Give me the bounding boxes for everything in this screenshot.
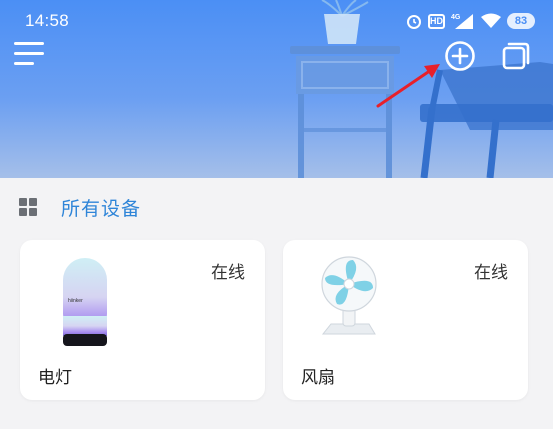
device-status: 在线 bbox=[474, 263, 508, 283]
device-card-lamp[interactable]: hiinker 在线 电灯 bbox=[20, 240, 265, 400]
lamp-image: hiinker bbox=[63, 258, 107, 346]
signal-icon: 4G bbox=[451, 14, 473, 29]
hd-icon: HD bbox=[428, 13, 445, 29]
menu-line bbox=[14, 52, 44, 55]
section-title: 所有设备 bbox=[61, 197, 142, 220]
wifi-icon bbox=[481, 13, 501, 28]
status-time: 14:58 bbox=[25, 11, 70, 30]
annotation-arrow-icon bbox=[376, 64, 440, 108]
menu-button[interactable] bbox=[14, 42, 46, 70]
device-name: 电灯 bbox=[38, 368, 72, 388]
device-card-fan[interactable]: 在线 风扇 bbox=[283, 240, 528, 400]
device-status: 在线 bbox=[211, 263, 245, 283]
alarm-icon bbox=[407, 15, 421, 29]
status-icons: HD 4G 83 bbox=[406, 11, 535, 31]
header-banner: 14:58 HD 4G 83 bbox=[0, 0, 553, 178]
fan-image bbox=[321, 256, 377, 335]
layers-button[interactable] bbox=[500, 40, 532, 72]
device-name: 风扇 bbox=[301, 368, 335, 388]
network-label: 4G bbox=[451, 14, 461, 21]
svg-text:hiinker: hiinker bbox=[68, 298, 83, 304]
menu-line bbox=[14, 42, 44, 45]
menu-line bbox=[14, 62, 34, 65]
battery-icon: 83 bbox=[507, 13, 535, 29]
grid-icon bbox=[19, 198, 37, 216]
status-bar: 14:58 HD 4G 83 bbox=[0, 0, 553, 40]
section-header: 所有设备 bbox=[19, 194, 141, 220]
